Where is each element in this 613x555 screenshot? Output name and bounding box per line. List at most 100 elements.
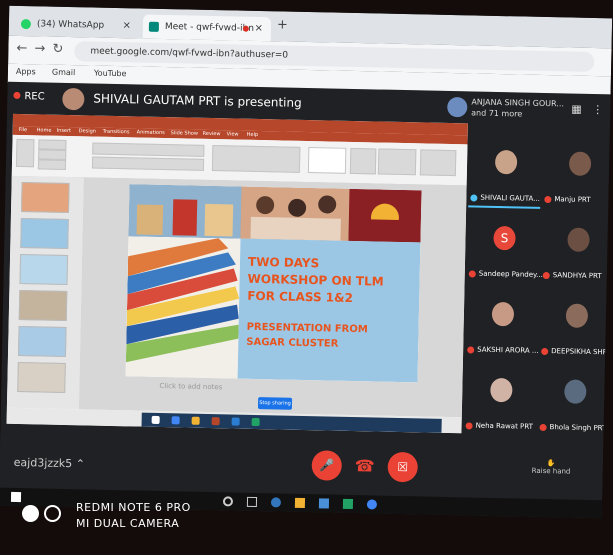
chrome-icon (171, 416, 180, 425)
participant-tile[interactable]: Neha Rawat PRT (463, 359, 537, 434)
tab-review[interactable]: Review (203, 130, 221, 139)
reset-button[interactable] (38, 149, 67, 160)
store-icon[interactable] (318, 498, 330, 509)
app-icon[interactable] (342, 498, 354, 510)
url-text: meet.google.com/qwf-fvwd-ibn?authuser=0 (90, 46, 289, 61)
mic-off-icon (470, 193, 478, 202)
participant-tile[interactable]: Bhola Singh PRT (537, 361, 611, 436)
participant-tile[interactable]: S Sandeep Pandey... (467, 207, 543, 282)
top-participant: ANJANA SINGH GOUR... and 71 more (471, 96, 564, 120)
participant-name-text: Neha Rawat PRT (475, 421, 534, 431)
tab-help[interactable]: Help (247, 131, 259, 140)
books-image (125, 236, 241, 379)
meet-window: REC SHIVALI GAUTAM PRT is presenting ANJ… (0, 81, 613, 519)
participant-tile[interactable]: SANDHYA PRT (541, 209, 613, 284)
laptop-screen: (34) WhatsApp × Meet - qwf-fvwd-ibn × + … (0, 5, 613, 519)
tab-view[interactable]: View (227, 130, 239, 139)
participant-tile[interactable]: SAKSHI ARORA ... (465, 283, 539, 358)
reload-icon[interactable]: ↻ (52, 42, 63, 57)
format-box[interactable] (91, 156, 205, 171)
participant-name: DEEPSIKHA SHR... (541, 347, 612, 356)
slide-thumbnail[interactable] (17, 361, 66, 393)
chrome-icon[interactable] (366, 499, 378, 510)
tab-meet[interactable]: Meet - qwf-fvwd-ibn × (142, 14, 272, 42)
avatar (567, 227, 590, 252)
camera-off-button[interactable]: ☒ (387, 451, 419, 483)
more-options-icon[interactable]: ⋮ (592, 103, 603, 116)
slide-thumbnail[interactable] (19, 254, 69, 286)
slide-thumbnail[interactable] (18, 290, 68, 322)
participant-name-text: SHIVALI GAUTA... (480, 193, 540, 203)
bookmark-gmail[interactable]: Gmail (52, 68, 76, 77)
close-icon[interactable]: × (122, 14, 131, 38)
paste-button[interactable] (15, 138, 35, 168)
record-icon (13, 91, 21, 99)
editing-box[interactable] (419, 149, 457, 177)
watermark-line2: MI DUAL CAMERA (76, 517, 180, 530)
windows-start-icon[interactable] (10, 491, 22, 503)
edge-icon[interactable] (270, 497, 282, 508)
participant-name: Manju PRT (544, 195, 591, 204)
slide-editor: TWO DAYS WORKSHOP ON TLM FOR CLASS 1&2 P… (78, 177, 467, 418)
tab-home[interactable]: Home (37, 126, 52, 135)
participant-tile[interactable]: SHIVALI GAUTA... (468, 131, 542, 209)
current-slide[interactable]: TWO DAYS WORKSHOP ON TLM FOR CLASS 1&2 P… (125, 184, 422, 383)
mic-off-button[interactable]: 🎤 (311, 450, 343, 481)
kv-logo (348, 188, 422, 243)
notes-placeholder[interactable]: Click to add notes (159, 382, 222, 391)
classroom-photo (128, 184, 242, 239)
mic-off-icon (468, 269, 476, 278)
avatar (564, 379, 587, 404)
slide-thumbnail[interactable] (17, 326, 67, 358)
end-call-button[interactable]: ☎ (349, 451, 380, 482)
tab-whatsapp[interactable]: (34) WhatsApp × (15, 12, 139, 39)
slide-title-line1: TWO DAYS (247, 254, 320, 271)
watermark-line1: REDMI NOTE 6 PRO (76, 501, 191, 514)
bookmark-youtube[interactable]: YouTube (94, 69, 127, 79)
participant-name-text: Sandeep Pandey... (478, 269, 543, 279)
avatar (494, 149, 518, 175)
stop-sharing-button[interactable]: Stop sharing (257, 397, 293, 410)
task-view-icon[interactable] (246, 496, 258, 508)
outline-dot-icon (44, 505, 61, 522)
participant-tile[interactable]: DEEPSIKHA SHR... (539, 285, 612, 360)
slide-thumbnail[interactable] (20, 218, 69, 250)
bookmark-apps[interactable]: Apps (16, 67, 36, 76)
back-arrow-icon[interactable]: ← (16, 41, 27, 56)
children-photo-art (240, 186, 350, 241)
shapes-gallery[interactable] (307, 147, 347, 174)
tab-design[interactable]: Design (79, 127, 96, 136)
layout-icon[interactable]: ▦ (571, 103, 582, 116)
new-tab-button[interactable]: + (277, 17, 288, 32)
participant-name: Sandeep Pandey... (468, 269, 543, 279)
close-icon[interactable]: × (254, 17, 263, 41)
shape-style-box[interactable] (377, 148, 417, 176)
participant-name: SAKSHI ARORA ... (467, 345, 539, 355)
mic-off-icon (539, 423, 547, 431)
raise-hand-button[interactable]: ✋ Raise hand (532, 459, 571, 475)
mic-off-icon (465, 421, 473, 430)
presenting-text: SHIVALI GAUTAM PRT is presenting (93, 91, 302, 110)
tab-insert[interactable]: Insert (57, 127, 72, 136)
participant-tile[interactable]: Manju PRT (542, 133, 612, 208)
mic-off-icon (541, 347, 549, 355)
font-box[interactable] (92, 142, 205, 157)
powerpoint-icon (211, 417, 220, 426)
slide-thumbnail[interactable] (20, 182, 70, 214)
title-textbox[interactable]: TWO DAYS WORKSHOP ON TLM FOR CLASS 1&2 P… (237, 238, 421, 383)
search-icon[interactable] (222, 496, 234, 507)
tab-file[interactable]: File (19, 126, 28, 135)
folder-icon[interactable] (294, 497, 306, 509)
section-button[interactable] (37, 159, 67, 170)
slide-subtitle-line1: PRESENTATION FROM (246, 321, 368, 336)
forward-arrow-icon[interactable]: → (34, 41, 45, 56)
paragraph-box[interactable] (211, 145, 301, 173)
participant-name: SANDHYA PRT (542, 271, 602, 280)
mic-off-icon (467, 345, 475, 354)
recording-dot-icon (242, 25, 249, 32)
camera-dots-icon (22, 505, 66, 523)
layout-button[interactable] (38, 139, 67, 150)
meeting-code-text: eajd3jzzk5 (13, 455, 73, 471)
meeting-code[interactable]: eajd3jzzk5 ⌃ (14, 456, 86, 470)
arrange-button[interactable] (349, 147, 377, 175)
